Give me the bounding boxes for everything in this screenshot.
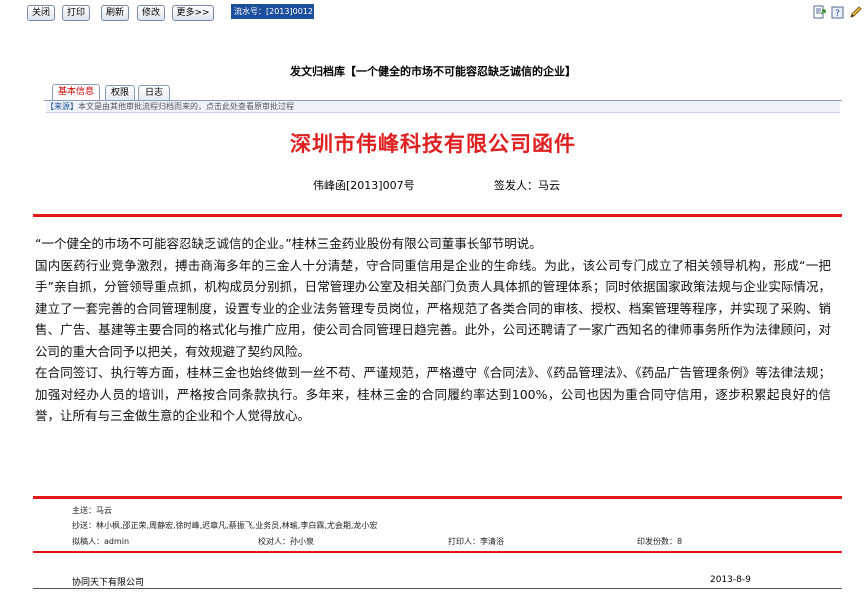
bottom-divider [33, 588, 842, 589]
footer-red-rule-top [33, 496, 842, 499]
svg-text:?: ? [835, 9, 840, 19]
drafter: 拟稿人：admin [72, 536, 129, 547]
edit-pencil-icon[interactable] [849, 4, 863, 18]
serial-number: 流水号：[2013]0012号 [231, 4, 314, 31]
main-recipient-value: 马云 [96, 506, 112, 515]
document-number: 伟峰函[2013]007号 [313, 179, 415, 192]
cc-label: 抄送： [72, 521, 96, 530]
body-paragraph: 在合同签订、执行等方面，桂林三金也始终做到一丝不苟、严谨规范，严格遵守《合同法》… [35, 365, 831, 423]
toolbar: 关闭 打印 刷新 修改 更多>> 流水号：[2013]0012号 ? [0, 0, 866, 31]
printer-label: 打印人： [448, 537, 480, 546]
main-recipient-label: 主送： [72, 506, 96, 515]
copies-label: 印发份数： [637, 537, 677, 546]
signer-label: 签发人： [494, 179, 538, 192]
tab-permissions[interactable]: 权限 [105, 85, 135, 100]
help-icon[interactable]: ? [831, 4, 845, 19]
cc-recipients: 抄送：林小枫,邵正荣,周静宏,徐时峰,迟章凡,蔡振飞,业务员,林瑜,李白霖,尤会… [72, 520, 377, 531]
printer: 打印人：李清浴 [448, 536, 504, 547]
checker-value: 孙小泉 [290, 537, 314, 546]
source-notice-text[interactable]: 本文是由其他审批流程归档而来的，点击此处查看原审批过程 [78, 102, 294, 111]
signer: 签发人：马云 [494, 177, 560, 193]
checker: 校对人：孙小泉 [258, 536, 314, 547]
close-button[interactable]: 关闭 [27, 5, 55, 21]
edit-button[interactable]: 修改 [137, 5, 165, 21]
tab-basic-info[interactable]: 基本信息 [52, 84, 100, 101]
copies: 印发份数：8 [637, 536, 682, 547]
print-button[interactable]: 打印 [62, 5, 90, 21]
footer-red-rule-bottom [33, 551, 842, 553]
tab-log[interactable]: 日志 [138, 85, 170, 100]
header-red-rule [33, 214, 842, 217]
issuing-company: 协同天下有限公司 [72, 578, 145, 588]
drafter-value: admin [104, 537, 130, 546]
export-icon[interactable] [813, 4, 827, 19]
refresh-button[interactable]: 刷新 [101, 5, 129, 21]
body-paragraph: 国内医药行业竞争激烈，搏击商海多年的三金人十分清楚，守合同重信用是企业的生命线。… [35, 257, 831, 359]
drafter-label: 拟稿人： [72, 537, 104, 546]
source-tag: 【来源】 [46, 102, 78, 111]
signer-name: 马云 [538, 179, 560, 192]
main-recipient: 主送：马云 [72, 505, 112, 516]
cc-value: 林小枫,邵正荣,周静宏,徐时峰,迟章凡,蔡振飞,业务员,林瑜,李白霖,尤会期,龙… [96, 521, 378, 530]
printer-value: 李清浴 [480, 537, 504, 546]
checker-label: 校对人： [258, 537, 290, 546]
letter-body: “一个健全的市场不可能容忍缺乏诚信的企业。”桂林三金药业股份有限公司董事长邹节明… [35, 233, 831, 427]
issue-date: 2013-8-9 [710, 575, 751, 585]
copies-value: 8 [677, 537, 683, 546]
source-notice[interactable]: 【来源】本文是由其他审批流程归档而来的，点击此处查看原审批过程 [46, 101, 840, 113]
more-button[interactable]: 更多>> [172, 5, 214, 21]
body-paragraph: “一个健全的市场不可能容忍缺乏诚信的企业。”桂林三金药业股份有限公司董事长邹节明… [35, 236, 542, 251]
page-title: 发文归档库【一个健全的市场不可能容忍缺乏诚信的企业】 [290, 65, 576, 78]
company-letter-title: 深圳市伟峰科技有限公司函件 [290, 131, 576, 156]
